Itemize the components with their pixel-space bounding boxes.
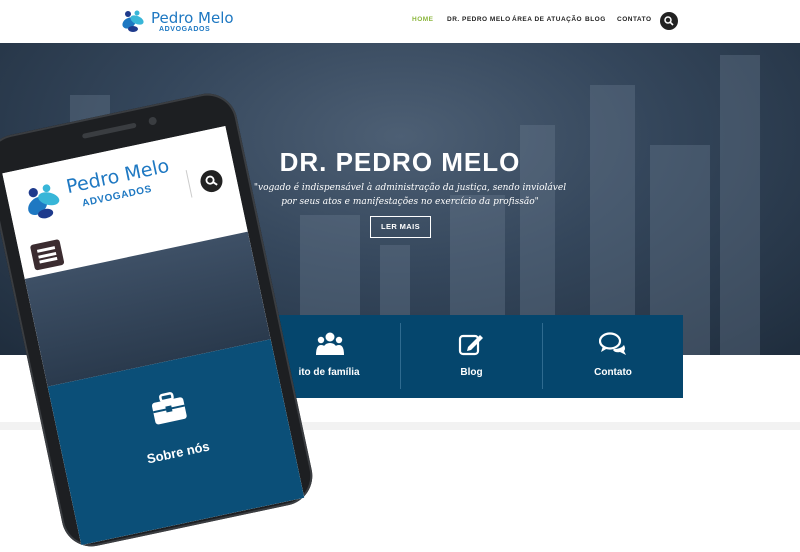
divider bbox=[185, 170, 193, 198]
briefcase-icon bbox=[151, 392, 187, 425]
logo-mark-icon bbox=[28, 184, 60, 219]
users-icon bbox=[316, 332, 344, 355]
read-more-button[interactable]: LER MAIS bbox=[370, 216, 431, 238]
nav-dr-pedro-melo[interactable]: DR. PEDRO MELO bbox=[447, 16, 511, 23]
nav-contato[interactable]: CONTATO bbox=[617, 16, 652, 23]
feature-strip: ito de família Blog Contato bbox=[258, 315, 683, 398]
hamburger-menu-icon bbox=[29, 239, 65, 271]
logo-name: Pedro Melo bbox=[151, 9, 234, 27]
phone-feature-label: Sobre nós bbox=[145, 438, 211, 467]
feature-label: Blog bbox=[460, 367, 483, 378]
chat-icon bbox=[599, 332, 626, 355]
hero-quote: "vogado é indispensável à administração … bbox=[253, 183, 567, 207]
nav-home[interactable]: HOME bbox=[412, 16, 434, 23]
edit-icon bbox=[458, 334, 483, 356]
nav-area-de-atuacao[interactable]: ÁREA DE ATUAÇÃO bbox=[512, 16, 582, 23]
logo[interactable]: Pedro Melo ADVOGADOS bbox=[120, 8, 234, 36]
city-building bbox=[720, 55, 760, 355]
phone-search-button bbox=[198, 168, 225, 195]
feature-contact[interactable]: Contato bbox=[543, 315, 683, 398]
feature-blog[interactable]: Blog bbox=[401, 315, 542, 398]
search-icon bbox=[664, 16, 674, 26]
nav-blog[interactable]: BLOG bbox=[585, 16, 606, 23]
logo-subtitle: ADVOGADOS bbox=[159, 26, 211, 33]
site-header: Pedro Melo ADVOGADOS HOME DR. PEDRO MELO… bbox=[0, 0, 800, 43]
search-icon bbox=[205, 175, 218, 186]
search-button[interactable] bbox=[660, 12, 678, 30]
logo-mark-icon bbox=[122, 10, 144, 32]
feature-label: Contato bbox=[594, 367, 632, 378]
